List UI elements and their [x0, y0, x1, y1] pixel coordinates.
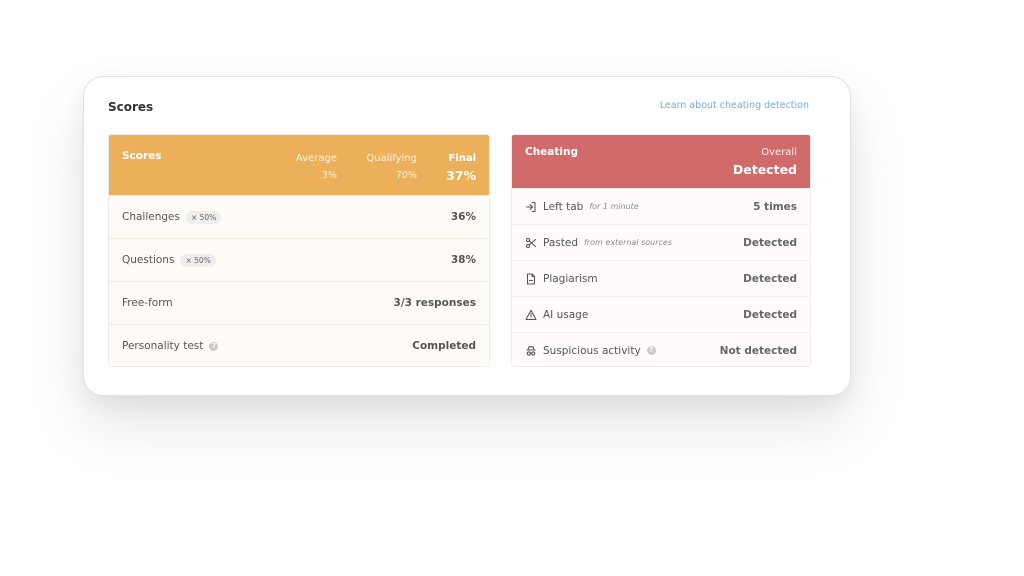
document-icon [525, 272, 537, 285]
qualifying-label: Qualifying [366, 153, 417, 164]
score-row-value: 36% [450, 211, 476, 223]
card-title: Scores [108, 100, 154, 114]
overall-value: Detected [732, 162, 797, 177]
score-row-label: Free-form [122, 297, 173, 309]
score-row-challenges: Challenges × 50% 36% [109, 195, 489, 238]
cheat-row-note: from external sources [584, 238, 673, 247]
cheat-row-label: Suspicious activity [543, 344, 641, 357]
cheat-row-label: Left tab [543, 200, 584, 213]
warning-triangle-icon [525, 309, 537, 321]
cheat-row-value: Detected [743, 236, 797, 249]
help-icon[interactable]: ? [209, 341, 219, 351]
cheat-row-label: AI usage [543, 308, 589, 321]
score-row-personality-test: Personality test ? Completed [109, 324, 489, 366]
arrow-into-box-icon [525, 201, 537, 213]
cheating-panel: Cheating Overall Detected Left tab for 1… [511, 134, 811, 367]
cheat-row-value: Detected [743, 308, 797, 321]
score-row-questions: Questions × 50% 38% [109, 238, 489, 281]
score-row-label: Questions [122, 254, 175, 266]
final-label: Final [448, 153, 476, 164]
final-value: 37% [446, 168, 476, 183]
scores-header: Scores Average 3% Qualifying 70% Final 3… [109, 135, 489, 195]
cheat-row-label: Pasted [543, 236, 579, 249]
cheat-row-note: for 1 minute [589, 202, 639, 211]
cheat-row-value: Not detected [719, 344, 797, 357]
average-label: Average [295, 153, 337, 164]
cheating-header: Cheating Overall Detected [512, 135, 810, 188]
scissors-icon [525, 237, 537, 249]
scores-card: Scores Learn about cheating detection Sc… [83, 76, 851, 396]
weight-badge: × 50% [185, 210, 222, 224]
average-column: Average 3% [296, 150, 337, 184]
cheat-row-plagiarism: Plagiarism Detected [512, 260, 810, 296]
score-row-label: Challenges [122, 211, 180, 223]
score-row-free-form: Free-form 3/3 responses [109, 281, 489, 324]
cheating-header-title: Cheating [525, 146, 578, 158]
cheat-row-value: Detected [743, 272, 797, 285]
score-row-value: Completed [412, 340, 476, 352]
scores-header-title: Scores [122, 150, 162, 162]
final-column: Final 37% [446, 150, 476, 184]
help-icon[interactable]: ? [646, 346, 656, 355]
cheat-row-left-tab: Left tab for 1 minute 5 times [512, 188, 810, 224]
score-row-value: 3/3 responses [393, 297, 476, 309]
qualifying-column: Qualifying 70% [366, 150, 417, 184]
scores-panel: Scores Average 3% Qualifying 70% Final 3… [108, 134, 490, 367]
cheat-row-label: Plagiarism [543, 272, 598, 285]
overall-status: Overall Detected [733, 146, 797, 180]
score-row-value: 38% [450, 254, 476, 266]
cheat-row-ai-usage: AI usage Detected [512, 296, 810, 332]
cheat-row-value: 5 times [753, 200, 797, 213]
spy-icon [525, 345, 537, 357]
cheat-row-pasted: Pasted from external sources Detected [512, 224, 810, 260]
overall-label: Overall [761, 147, 797, 158]
cheat-row-suspicious-activity: Suspicious activity ? Not detected [512, 332, 810, 366]
weight-badge: × 50% [180, 253, 216, 267]
qualifying-value: 70% [395, 170, 417, 181]
score-row-label: Personality test [122, 340, 204, 352]
learn-cheating-detection-link[interactable]: Learn about cheating detection [660, 100, 809, 111]
average-value: 3% [321, 170, 337, 181]
